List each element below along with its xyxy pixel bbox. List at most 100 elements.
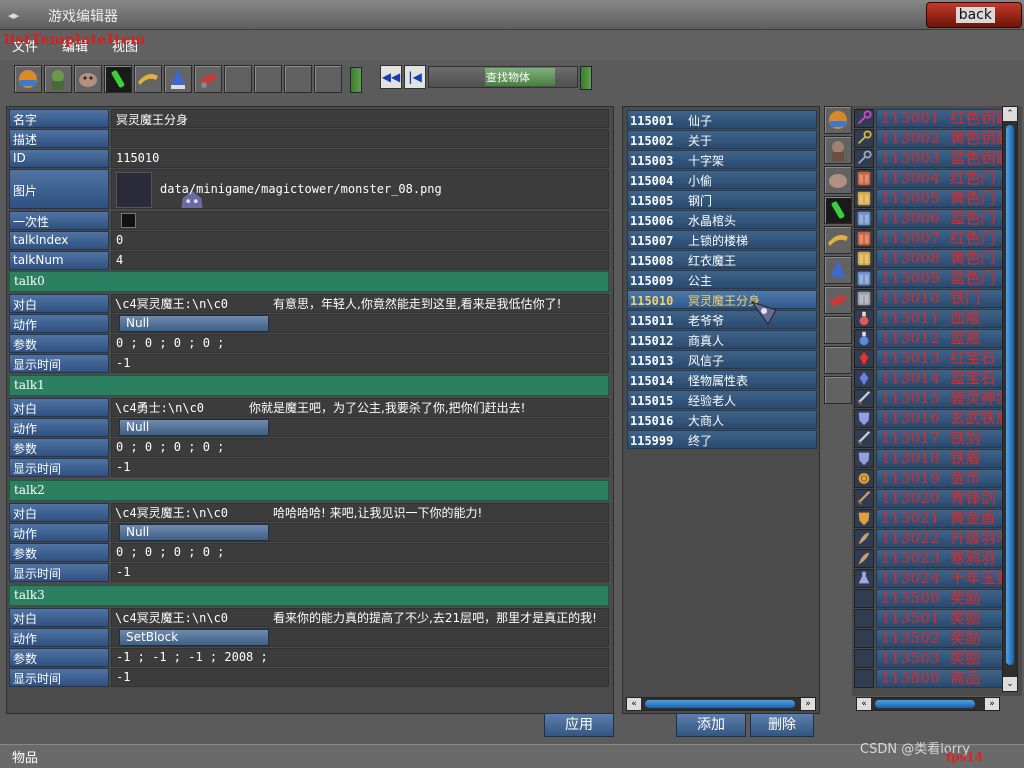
talknum-field[interactable]: 4 bbox=[111, 251, 609, 270]
item-list-item[interactable]: 113005 黄色门 bbox=[854, 189, 1004, 208]
item-list-item[interactable]: 113502 奖励 bbox=[854, 629, 1004, 648]
npc-list-item[interactable]: 115007 上锁的楼梯 bbox=[627, 230, 817, 249]
npc-list-item[interactable]: 115001 仙子 bbox=[627, 110, 817, 129]
npc-list-item[interactable]: 115006 水晶棺头 bbox=[627, 210, 817, 229]
action-dropdown[interactable]: SetBlock bbox=[119, 629, 269, 646]
tool-empty-button[interactable] bbox=[254, 65, 282, 93]
scroll-left-icon[interactable]: « bbox=[627, 698, 641, 710]
talkindex-field[interactable]: 0 bbox=[111, 231, 609, 250]
talk-section-header[interactable]: talk3 bbox=[9, 585, 609, 606]
item-list-item[interactable]: 113009 蓝色门 bbox=[854, 269, 1004, 288]
tool-monster-button[interactable] bbox=[74, 65, 102, 93]
prev-page-button[interactable]: |◀ bbox=[404, 65, 426, 89]
scrollbar-thumb[interactable] bbox=[875, 700, 975, 708]
scrollbar-thumb[interactable] bbox=[645, 700, 795, 708]
item-list-item[interactable]: 113011 血瓶 bbox=[854, 309, 1004, 328]
toolbar-grip-handle[interactable] bbox=[350, 67, 362, 93]
item-list-vscrollbar[interactable]: ⌃ ⌄ bbox=[1002, 106, 1018, 692]
scroll-down-icon[interactable]: ⌄ bbox=[1003, 677, 1017, 691]
apply-button[interactable]: 应用 bbox=[544, 713, 614, 737]
category-npc-button[interactable] bbox=[824, 256, 852, 284]
item-list-item[interactable]: 113800 商品 bbox=[854, 669, 1004, 688]
item-list-item[interactable]: 113501 奖励 bbox=[854, 609, 1004, 628]
display-time-field[interactable]: -1 bbox=[111, 563, 609, 582]
item-list-item[interactable]: 113001 红色钥匙 bbox=[854, 109, 1004, 128]
npc-list-item[interactable]: 115003 十字架 bbox=[627, 150, 817, 169]
item-list-item[interactable]: 113019 金币 bbox=[854, 469, 1004, 488]
item-list-item[interactable]: 113003 蓝色钥匙 bbox=[854, 149, 1004, 168]
category-effect-button[interactable] bbox=[824, 286, 852, 314]
category-item-button[interactable] bbox=[824, 226, 852, 254]
desc-field[interactable] bbox=[111, 129, 609, 148]
item-list-item[interactable]: 113007 红色门 bbox=[854, 229, 1004, 248]
tool-empty-button[interactable] bbox=[284, 65, 312, 93]
params-field[interactable]: 0 ; 0 ; 0 ; 0 ; bbox=[111, 438, 609, 457]
npc-list-item[interactable]: 115999 终了 bbox=[627, 430, 817, 449]
item-list-item[interactable]: 113018 铁盾 bbox=[854, 449, 1004, 468]
item-list-item[interactable]: 113012 蓝瓶 bbox=[854, 329, 1004, 348]
item-list-item[interactable]: 113008 黄色门 bbox=[854, 249, 1004, 268]
category-empty-button[interactable] bbox=[824, 316, 852, 344]
scroll-left-icon[interactable]: « bbox=[857, 698, 871, 710]
action-dropdown[interactable]: Null bbox=[119, 315, 269, 332]
npc-list-item[interactable]: 115010 冥灵魔王分身 bbox=[627, 290, 817, 309]
npc-list-item[interactable]: 115012 商真人 bbox=[627, 330, 817, 349]
tool-item-button[interactable] bbox=[134, 65, 162, 93]
scroll-right-icon[interactable]: » bbox=[985, 698, 999, 710]
npc-list-item[interactable]: 115011 老爷爷 bbox=[627, 310, 817, 329]
action-dropdown[interactable]: Null bbox=[119, 419, 269, 436]
category-empty-button[interactable] bbox=[824, 376, 852, 404]
npc-list-item[interactable]: 115009 公主 bbox=[627, 270, 817, 289]
navbar-grip-handle[interactable] bbox=[580, 66, 592, 90]
item-list-item[interactable]: 113010 铁门 bbox=[854, 289, 1004, 308]
display-time-field[interactable]: -1 bbox=[111, 354, 609, 373]
action-dropdown[interactable]: Null bbox=[119, 524, 269, 541]
talk-section-header[interactable]: talk2 bbox=[9, 480, 609, 501]
item-list-item[interactable]: 113017 铁剑 bbox=[854, 429, 1004, 448]
npc-list-item[interactable]: 115005 钢门 bbox=[627, 190, 817, 209]
talk-section-header[interactable]: talk0 bbox=[9, 271, 609, 292]
params-field[interactable]: 0 ; 0 ; 0 ; 0 ; bbox=[111, 543, 609, 562]
npc-list-item[interactable]: 115008 红衣魔王 bbox=[627, 250, 817, 269]
npc-list-item[interactable]: 115002 关于 bbox=[627, 130, 817, 149]
display-time-field[interactable]: -1 bbox=[111, 668, 609, 687]
talk-section-header[interactable]: talk1 bbox=[9, 375, 609, 396]
npc-list-item[interactable]: 115016 大商人 bbox=[627, 410, 817, 429]
item-list-item[interactable]: 113500 奖励 bbox=[854, 589, 1004, 608]
tool-npc-button[interactable] bbox=[164, 65, 192, 93]
item-list-item[interactable]: 113014 蓝宝石 bbox=[854, 369, 1004, 388]
item-list-item[interactable]: 113015 碧灵神剑 bbox=[854, 389, 1004, 408]
picture-field[interactable]: data/minigame/magictower/monster_08.png bbox=[111, 169, 609, 209]
category-empty-button[interactable] bbox=[824, 346, 852, 374]
item-list-item[interactable]: 113020 青锋剑 bbox=[854, 489, 1004, 508]
item-list-item[interactable]: 113024 千年玉露 bbox=[854, 569, 1004, 588]
item-list-item[interactable]: 113004 红色门 bbox=[854, 169, 1004, 188]
item-list-hscrollbar[interactable]: « » bbox=[856, 697, 1000, 711]
npc-list-item[interactable]: 115004 小偷 bbox=[627, 170, 817, 189]
tool-hero-button[interactable] bbox=[44, 65, 72, 93]
item-list-item[interactable]: 113002 黄色钥匙 bbox=[854, 129, 1004, 148]
npc-list-item[interactable]: 115014 怪物属性表 bbox=[627, 370, 817, 389]
tool-map-button[interactable] bbox=[14, 65, 42, 93]
params-field[interactable]: 0 ; 0 ; 0 ; 0 ; bbox=[111, 334, 609, 353]
once-checkbox[interactable] bbox=[121, 213, 136, 228]
npc-list-hscrollbar[interactable]: « » bbox=[626, 697, 816, 711]
id-field[interactable]: 115010 bbox=[111, 149, 609, 168]
name-field[interactable]: 冥灵魔王分身 bbox=[111, 109, 609, 128]
back-button[interactable]: back bbox=[926, 2, 1022, 28]
scrollbar-thumb[interactable] bbox=[1006, 125, 1014, 665]
tool-potion-button[interactable] bbox=[104, 65, 132, 93]
category-monster-button[interactable] bbox=[824, 166, 852, 194]
item-list-item[interactable]: 113022 升级羽毛 bbox=[854, 529, 1004, 548]
category-potion-button[interactable] bbox=[824, 196, 852, 224]
display-time-field[interactable]: -1 bbox=[111, 458, 609, 477]
add-button[interactable]: 添加 bbox=[676, 713, 746, 737]
item-list-item[interactable]: 113023 寒鸦羽 bbox=[854, 549, 1004, 568]
tool-effect-button[interactable] bbox=[194, 65, 222, 93]
item-list-item[interactable]: 113021 黄金盾 bbox=[854, 509, 1004, 528]
delete-button[interactable]: 删除 bbox=[750, 713, 814, 737]
item-list-item[interactable]: 113016 玄武铁盾 bbox=[854, 409, 1004, 428]
npc-list-item[interactable]: 115015 经验老人 bbox=[627, 390, 817, 409]
first-page-button[interactable]: ◀◀ bbox=[380, 65, 402, 89]
item-list-item[interactable]: 113006 蓝色门 bbox=[854, 209, 1004, 228]
